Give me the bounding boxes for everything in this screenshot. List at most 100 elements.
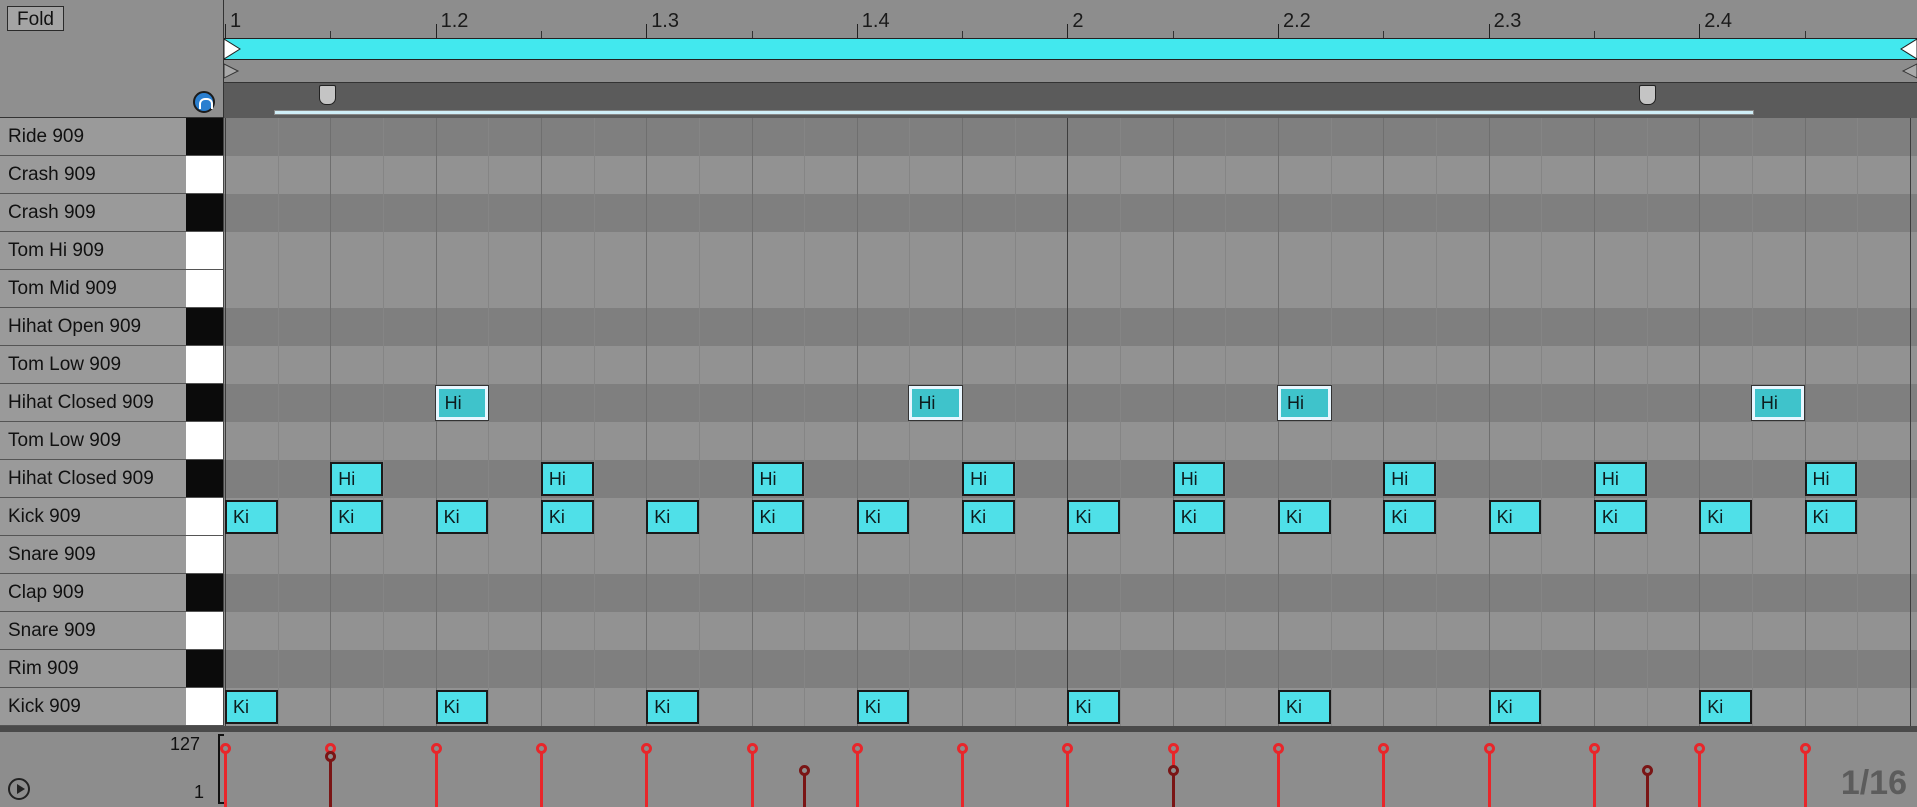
lane-name[interactable]: Hihat Closed 909 [0,460,186,498]
lane-name[interactable]: Kick 909 [0,498,186,536]
midi-note[interactable]: Ki [1383,500,1436,534]
velocity-stem[interactable] [539,748,543,807]
midi-note[interactable]: Ki [1278,690,1331,724]
velocity-stem[interactable] [329,755,333,807]
midi-note[interactable]: Hi [434,385,490,421]
lane-name[interactable]: Crash 909 [0,194,186,232]
midi-note[interactable]: Ki [1699,500,1752,534]
midi-note[interactable]: Hi [540,462,594,496]
velocity-stem[interactable] [1066,748,1070,807]
velocity-handle[interactable] [1641,764,1653,776]
midi-note[interactable]: Ki [751,500,805,534]
velocity-stem[interactable] [1487,748,1491,807]
piano-key[interactable] [186,612,224,650]
midi-note[interactable]: Ki [330,500,383,534]
piano-key[interactable] [186,270,224,308]
midi-note[interactable]: Ki [962,500,1015,534]
lane-name[interactable]: Clap 909 [0,574,186,612]
velocity-handle[interactable] [325,750,337,762]
velocity-handle[interactable] [1694,743,1706,754]
velocity-handle[interactable] [957,743,969,754]
piano-key[interactable] [186,460,224,498]
midi-note[interactable]: Ki [856,690,910,724]
piano-key[interactable] [186,194,224,232]
piano-key[interactable] [186,422,224,460]
piano-key[interactable] [186,574,224,612]
velocity-handle[interactable] [1167,743,1179,754]
play-icon[interactable] [8,778,30,800]
midi-note[interactable]: Ki [1699,690,1752,724]
midi-note[interactable]: Ki [435,690,489,724]
midi-note[interactable]: Hi [962,462,1015,496]
velocity-handle[interactable] [1378,743,1390,754]
midi-note[interactable]: Ki [225,500,278,534]
midi-note[interactable]: Ki [1278,500,1331,534]
piano-key[interactable] [186,346,224,384]
velocity-stem[interactable] [645,748,649,807]
velocity-handle[interactable] [1062,743,1074,754]
midi-note[interactable]: Ki [225,690,278,724]
midi-note[interactable]: Hi [908,385,964,421]
selection-region-bar[interactable] [274,110,1754,115]
velocity-stem[interactable] [224,748,227,807]
midi-note[interactable]: Ki [1804,500,1858,534]
lane-name[interactable]: Hihat Closed 909 [0,384,186,422]
loop-brace[interactable] [224,38,1917,60]
velocity-stem[interactable] [855,748,859,807]
piano-key[interactable] [186,498,224,536]
lane-name[interactable]: Tom Mid 909 [0,270,186,308]
midi-note[interactable]: Ki [435,500,489,534]
piano-key[interactable] [186,384,224,422]
velocity-handle[interactable] [535,743,547,754]
velocity-editor[interactable]: 127 1 1/16 [0,732,1917,807]
midi-note[interactable]: Ki [1067,690,1121,724]
velocity-stem[interactable] [1803,748,1807,807]
velocity-handle[interactable] [851,743,863,754]
scrub-area[interactable] [224,82,1917,118]
midi-note[interactable]: Ki [1172,500,1226,534]
velocity-handle[interactable] [1483,743,1495,754]
velocity-stem[interactable] [961,748,965,807]
piano-key[interactable] [186,118,224,156]
midi-note[interactable]: Ki [1067,500,1121,534]
piano-key[interactable] [186,308,224,346]
note-grid[interactable]: Hi Hi Hi Hi Hi Hi Hi Hi Hi Hi Hi Hi Ki Ki Ki Ki Ki Ki Ki Ki… [224,118,1917,726]
velocity-handle[interactable] [799,764,811,776]
velocity-handle[interactable] [430,743,442,754]
velocity-handle[interactable] [1588,743,1600,754]
region-end-handle[interactable] [1639,85,1656,105]
lane-name[interactable]: Hihat Open 909 [0,308,186,346]
velocity-stem[interactable] [434,748,438,807]
midi-note[interactable]: Ki [1593,500,1647,534]
midi-note[interactable]: Hi [1172,462,1226,496]
preview-headphones-icon[interactable] [193,91,215,113]
midi-note[interactable]: Ki [646,690,699,724]
velocity-stem[interactable] [1698,748,1702,807]
region-start-handle[interactable] [319,85,336,105]
midi-note[interactable]: Hi [1593,462,1647,496]
velocity-handle[interactable] [1799,743,1811,754]
lane-name[interactable]: Tom Hi 909 [0,232,186,270]
velocity-handle[interactable] [220,743,231,754]
piano-key[interactable] [186,232,224,270]
lane-name[interactable]: Crash 909 [0,156,186,194]
midi-note[interactable]: Ki [540,500,594,534]
lane-name[interactable]: Tom Low 909 [0,422,186,460]
fold-button[interactable]: Fold [7,6,64,31]
velocity-handle[interactable] [1167,764,1179,776]
lane-name[interactable]: Kick 909 [0,688,186,726]
midi-note[interactable]: Ki [1488,690,1542,724]
midi-note[interactable]: Hi [330,462,383,496]
start-end-marker-row[interactable] [224,62,1917,82]
velocity-bars[interactable] [220,732,1917,807]
midi-note[interactable]: Ki [856,500,910,534]
midi-note[interactable]: Ki [1488,500,1542,534]
velocity-handle[interactable] [1273,743,1284,754]
velocity-stem[interactable] [1592,748,1596,807]
velocity-stem[interactable] [750,748,754,807]
midi-note[interactable]: Hi [1804,462,1858,496]
lane-name[interactable]: Rim 909 [0,650,186,688]
midi-note[interactable]: Ki [646,500,699,534]
lane-name[interactable]: Snare 909 [0,536,186,574]
piano-key[interactable] [186,156,224,194]
